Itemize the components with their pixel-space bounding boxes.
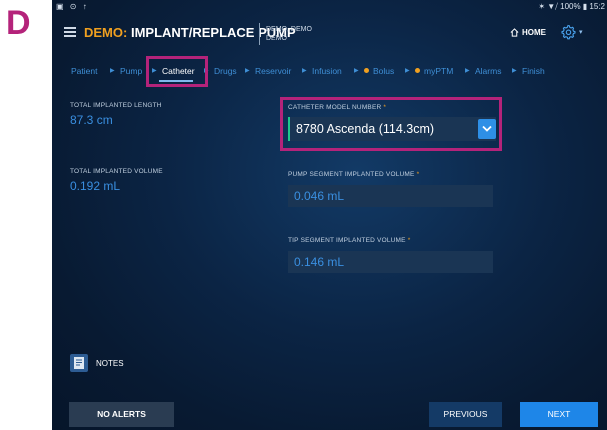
breadcrumb-catheter[interactable]: Catheter	[162, 66, 195, 76]
home-label: HOME	[522, 28, 546, 37]
header-divider	[259, 23, 260, 45]
breadcrumb-patient[interactable]: Patient	[71, 66, 97, 76]
hamburger-menu-icon[interactable]	[64, 27, 76, 37]
patient-name: DEMO, DEMO	[266, 26, 312, 33]
patient-id: DEMO	[266, 35, 287, 42]
incomplete-dot-icon	[415, 68, 420, 73]
total-volume-value: 0.192 mL	[70, 179, 121, 193]
tip-segment-label-text: TIP SEGMENT IMPLANTED VOLUME	[288, 237, 406, 244]
tip-segment-label: TIP SEGMENT IMPLANTED VOLUME *	[288, 237, 410, 244]
status-bar: ▣ ⊙ ↑ ✶ ▼⧸ 100% ▮ 15:2	[52, 0, 607, 14]
breadcrumb-arrow-icon: ▶	[245, 68, 250, 74]
required-marker: *	[407, 237, 411, 244]
previous-button[interactable]: PREVIOUS	[429, 402, 502, 427]
alerts-button[interactable]: NO ALERTS	[69, 402, 174, 427]
pump-segment-value: 0.046 mL	[294, 189, 345, 203]
required-marker: *	[383, 104, 387, 111]
tablet-screen: ▣ ⊙ ↑ ✶ ▼⧸ 100% ▮ 15:2 DEMO: IMPLANT/REP…	[52, 0, 607, 430]
breadcrumb-bolus-label: Bolus	[373, 66, 395, 76]
catheter-model-select[interactable]: 8780 Ascenda (114.3cm)	[288, 117, 496, 141]
breadcrumb-bolus[interactable]: Bolus	[364, 66, 394, 76]
breadcrumb-arrow-icon: ▶	[405, 68, 410, 74]
breadcrumb-arrow-icon: ▶	[354, 68, 359, 74]
settings-gear-icon[interactable]	[560, 24, 576, 40]
panel-letter: D	[6, 4, 31, 42]
required-marker: *	[416, 171, 420, 178]
dropdown-button[interactable]	[478, 119, 496, 139]
notes-label: NOTES	[96, 358, 124, 368]
breadcrumb-reservoir[interactable]: Reservoir	[255, 66, 291, 76]
breadcrumb-arrow-icon: ▶	[204, 68, 209, 74]
app-header: DEMO: IMPLANT/REPLACE PUMP DEMO, DEMO DE…	[52, 16, 607, 50]
breadcrumb-pump[interactable]: Pump	[120, 66, 142, 76]
breadcrumb-myptm-label: myPTM	[424, 66, 454, 76]
catheter-model-label: CATHETER MODEL NUMBER *	[288, 104, 386, 111]
tip-segment-volume-field[interactable]: 0.146 mL	[288, 251, 493, 273]
pump-segment-volume-field[interactable]: 0.046 mL	[288, 185, 493, 207]
breadcrumb-arrow-icon: ▶	[302, 68, 307, 74]
chevron-down-icon	[482, 125, 492, 132]
incomplete-dot-icon	[364, 68, 369, 73]
notes-icon	[70, 354, 88, 372]
next-button[interactable]: NEXT	[520, 402, 598, 427]
home-icon	[510, 28, 519, 37]
breadcrumb-myptm[interactable]: myPTM	[415, 66, 453, 76]
workflow-breadcrumb: Patient ▶ Pump ▶ Catheter ▶ Drugs ▶ Rese…	[52, 60, 607, 82]
patient-info: DEMO, DEMO DEMO	[266, 25, 312, 43]
active-step-underline	[159, 80, 193, 82]
status-left-icons: ▣ ⊙ ↑	[56, 2, 89, 11]
breadcrumb-arrow-icon: ▶	[465, 68, 470, 74]
pump-segment-label-text: PUMP SEGMENT IMPLANTED VOLUME	[288, 171, 415, 178]
total-length-label: TOTAL IMPLANTED LENGTH	[70, 102, 162, 109]
breadcrumb-infusion[interactable]: Infusion	[312, 66, 342, 76]
demo-prefix: DEMO:	[84, 25, 128, 40]
breadcrumb-arrow-icon: ▶	[512, 68, 517, 74]
total-volume-label: TOTAL IMPLANTED VOLUME	[70, 168, 163, 175]
breadcrumb-alarms[interactable]: Alarms	[475, 66, 501, 76]
breadcrumb-drugs[interactable]: Drugs	[214, 66, 237, 76]
tip-segment-value: 0.146 mL	[294, 255, 345, 269]
valid-indicator	[288, 117, 290, 141]
breadcrumb-arrow-icon: ▶	[110, 68, 115, 74]
settings-caret-icon[interactable]: ▾	[579, 28, 583, 36]
total-length-value: 87.3 cm	[70, 113, 113, 127]
notes-button[interactable]: NOTES	[70, 354, 124, 372]
catheter-model-label-text: CATHETER MODEL NUMBER	[288, 104, 382, 111]
page-title: DEMO: IMPLANT/REPLACE PUMP	[84, 25, 296, 40]
catheter-model-value: 8780 Ascenda (114.3cm)	[296, 122, 435, 136]
breadcrumb-arrow-icon: ▶	[152, 68, 157, 74]
breadcrumb-finish[interactable]: Finish	[522, 66, 545, 76]
status-right-info: ✶ ▼⧸ 100% ▮ 15:2	[538, 2, 605, 11]
pump-segment-label: PUMP SEGMENT IMPLANTED VOLUME *	[288, 171, 419, 178]
home-button[interactable]: HOME	[510, 28, 546, 37]
